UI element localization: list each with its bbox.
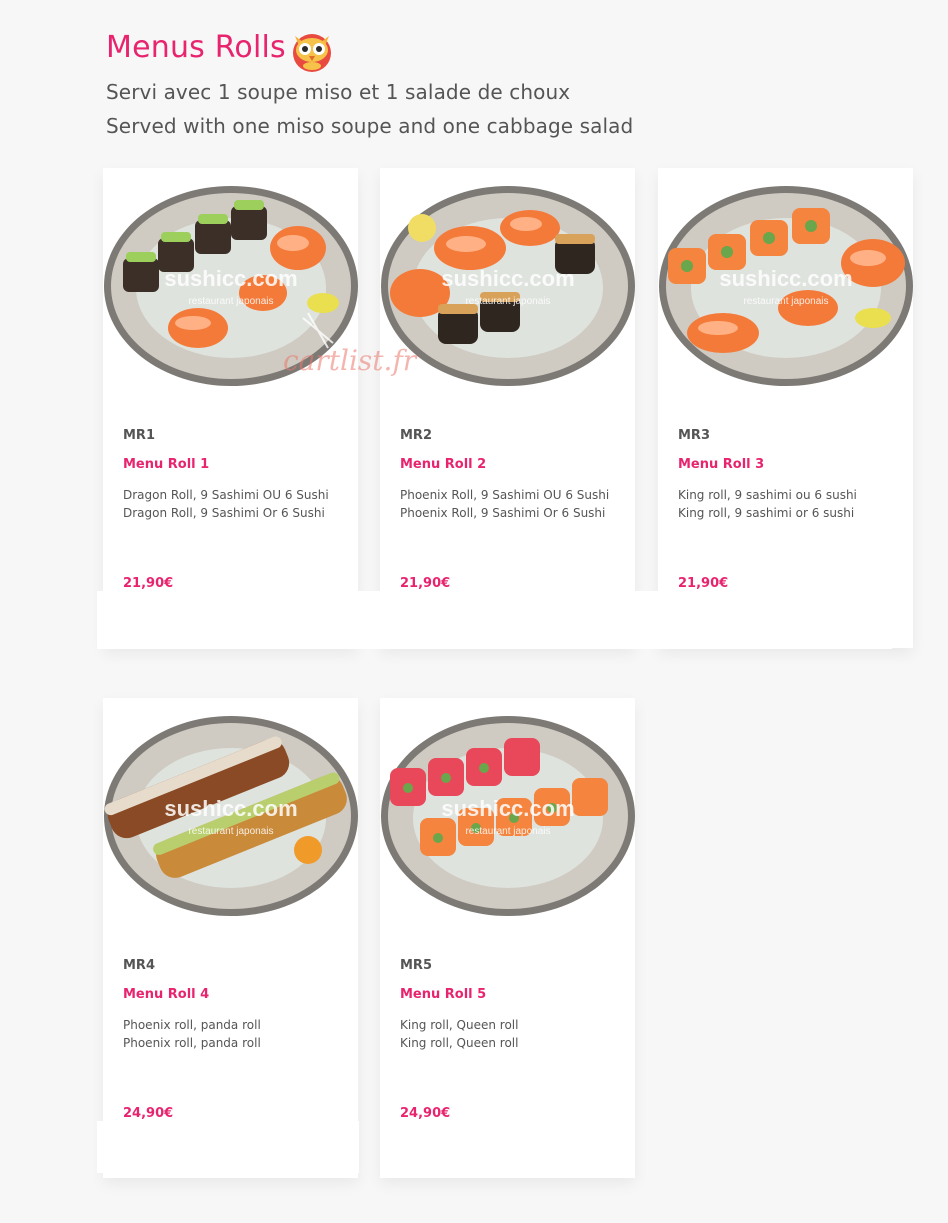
item-price: 21,90€ — [400, 576, 451, 591]
subtitle-english: Served with one miso soupe and one cabba… — [106, 114, 634, 138]
item-description-fr: King roll, 9 sashimi ou 6 sushi — [678, 488, 857, 502]
overlay-watermark: cartlist.fr — [283, 344, 417, 377]
svg-text:restaurant japonais: restaurant japonais — [465, 826, 550, 837]
item-price: 24,90€ — [400, 1106, 451, 1121]
item-description-en: King roll, Queen roll — [400, 1036, 519, 1050]
item-description-fr: Dragon Roll, 9 Sashimi OU 6 Sushi — [123, 488, 329, 502]
item-price: 21,90€ — [123, 576, 174, 591]
item-description-fr: Phoenix roll, panda roll — [123, 1018, 261, 1032]
svg-text:sushicc.com: sushicc.com — [164, 266, 297, 291]
item-description-en: Phoenix Roll, 9 Sashimi Or 6 Sushi — [400, 506, 606, 520]
item-description-en: Dragon Roll, 9 Sashimi Or 6 Sushi — [123, 506, 325, 520]
item-code: MR2 — [400, 428, 432, 443]
item-code: MR4 — [123, 958, 155, 973]
menu-card-mr1[interactable]: sushicc.com restaurant japonais MR1 Menu… — [103, 168, 358, 648]
item-description-en: King roll, 9 sashimi or 6 sushi — [678, 506, 855, 520]
item-code: MR3 — [678, 428, 710, 443]
page-title: Menus Rolls — [106, 30, 286, 65]
svg-text:sushicc.com: sushicc.com — [441, 266, 574, 291]
svg-text:sushicc.com: sushicc.com — [164, 796, 297, 821]
card-footer-strip — [97, 591, 892, 649]
item-price: 24,90€ — [123, 1106, 174, 1121]
svg-text:sushicc.com: sushicc.com — [719, 266, 852, 291]
menu-card-mr5[interactable]: sushicc.com restaurant japonais MR5 Menu… — [380, 698, 635, 1178]
sushi-plate-image: sushicc.com restaurant japonais — [103, 698, 358, 933]
item-code: MR1 — [123, 428, 155, 443]
svg-text:restaurant japonais: restaurant japonais — [188, 826, 273, 837]
sushi-plate-image: sushicc.com restaurant japonais — [380, 168, 635, 403]
item-name: Menu Roll 2 — [400, 457, 487, 472]
sushi-plate-image: sushicc.com restaurant japonais — [380, 698, 635, 933]
owl-mascot-icon — [289, 28, 335, 74]
menu-card-mr3[interactable]: sushicc.com restaurant japonais MR3 Menu… — [658, 168, 913, 648]
menu-card-mr2[interactable]: sushicc.com restaurant japonais MR2 Menu… — [380, 168, 635, 648]
item-name: Menu Roll 4 — [123, 987, 210, 1002]
sushi-plate-image: sushicc.com restaurant japonais — [658, 168, 913, 403]
item-code: MR5 — [400, 958, 432, 973]
item-name: Menu Roll 1 — [123, 457, 210, 472]
svg-text:restaurant japonais: restaurant japonais — [188, 296, 273, 307]
item-description-fr: Phoenix Roll, 9 Sashimi OU 6 Sushi — [400, 488, 610, 502]
item-name: Menu Roll 5 — [400, 987, 487, 1002]
svg-text:restaurant japonais: restaurant japonais — [465, 296, 550, 307]
card-footer-strip — [97, 1121, 359, 1173]
svg-text:restaurant japonais: restaurant japonais — [743, 296, 828, 307]
item-price: 21,90€ — [678, 576, 729, 591]
menu-card-mr4[interactable]: sushicc.com restaurant japonais MR4 Menu… — [103, 698, 358, 1178]
item-name: Menu Roll 3 — [678, 457, 765, 472]
item-description-en: Phoenix roll, panda roll — [123, 1036, 261, 1050]
subtitle-french: Servi avec 1 soupe miso et 1 salade de c… — [106, 80, 571, 104]
item-description-fr: King roll, Queen roll — [400, 1018, 519, 1032]
svg-text:sushicc.com: sushicc.com — [441, 796, 574, 821]
